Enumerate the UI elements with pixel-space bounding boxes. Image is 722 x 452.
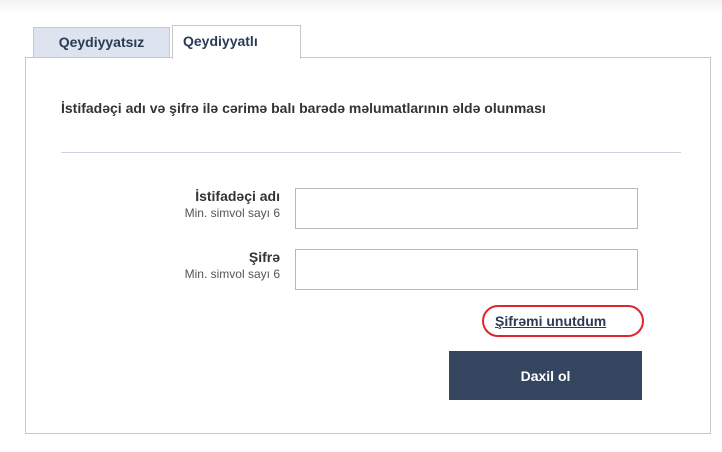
password-label-group: Şifrə Min. simvol sayı 6 [185, 249, 280, 282]
divider [61, 152, 681, 153]
username-label: İstifadəçi adı [195, 188, 280, 204]
tab-unregistered[interactable]: Qeydiyyatsız [33, 27, 170, 58]
tab-registered[interactable]: Qeydiyyatlı [172, 25, 301, 59]
forgot-password-link[interactable]: Şifrəmi unutdum [495, 313, 606, 329]
login-button[interactable]: Daxil ol [449, 351, 642, 400]
username-label-group: İstifadəçi adı Min. simvol sayı 6 [185, 188, 280, 221]
password-hint: Min. simvol sayı 6 [184, 267, 280, 281]
page: Qeydiyyatsız Qeydiyyatlı İstifadəçi adı … [0, 0, 722, 452]
tab-bar: Qeydiyyatsız Qeydiyyatlı [33, 25, 301, 59]
password-input[interactable] [295, 249, 638, 290]
username-input[interactable] [295, 188, 638, 229]
form-heading: İstifadəçi adı və şifrə ilə cərimə balı … [61, 100, 546, 116]
username-hint: Min. simvol sayı 6 [184, 206, 280, 220]
password-label: Şifrə [248, 249, 280, 265]
